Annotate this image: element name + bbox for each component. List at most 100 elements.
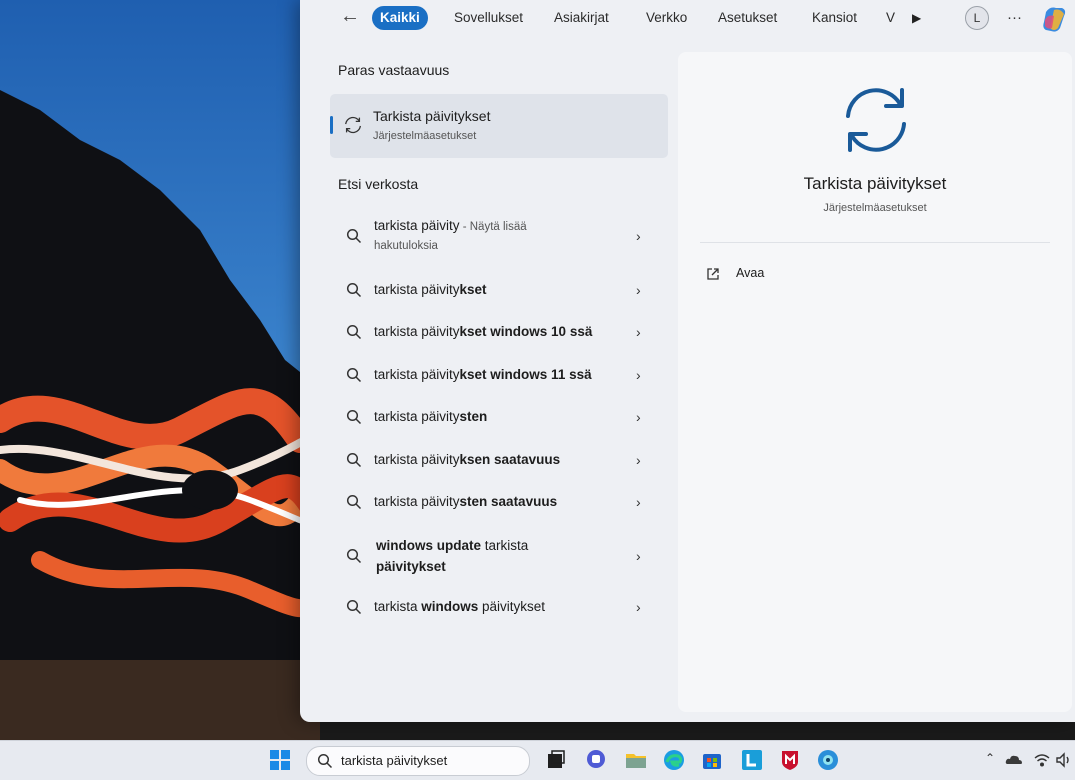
open-external-icon [707,268,719,280]
best-match-title: Tarkista päivitykset [373,108,491,124]
filter-web[interactable]: Verkko [638,6,695,30]
back-arrow-icon[interactable]: ← [338,4,362,28]
result-hint-line2: hakutuloksia [374,240,438,252]
result-completion-line2: päivitykset [376,559,446,574]
task-view-icon[interactable] [544,748,568,772]
chevron-right-icon: › [636,494,641,510]
filter-settings[interactable]: Asetukset [710,6,785,30]
filter-apps[interactable]: Sovellukset [446,6,531,30]
search-icon [317,753,333,769]
sync-icon [846,88,906,152]
web-result-text: tarkista päivitykset [374,282,487,297]
result-hint: - Näytä lisää [459,221,527,233]
chevron-right-icon: › [636,282,641,298]
chevron-right-icon: › [636,367,641,383]
search-icon [346,367,362,383]
divider [700,242,1050,243]
web-result-9[interactable]: tarkista windows päivitykset › [336,597,668,619]
open-action-label: Avaa [736,266,765,280]
web-result-text: windows update tarkista [376,538,528,553]
filter-bar: ← Kaikki Sovellukset Asiakirjat Verkko A… [300,0,1075,42]
detail-subtitle: Järjestelmäasetukset [823,202,927,214]
l-app-icon[interactable] [740,748,764,772]
result-query: tarkista päivity [374,282,460,297]
web-result-5[interactable]: tarkista päivitysten › [336,407,668,429]
chevron-right-icon: › [636,324,641,340]
volume-icon[interactable] [1055,751,1073,769]
web-result-6[interactable]: tarkista päivityksen saatavuus › [336,450,668,472]
search-icon [346,228,362,244]
filter-all[interactable]: Kaikki [372,6,428,30]
file-explorer-icon[interactable] [624,748,648,772]
result-query: tarkista [481,538,529,553]
result-query: tarkista päivity [374,367,460,382]
store-icon[interactable] [700,748,724,772]
chevron-right-icon: › [636,409,641,425]
web-result-text: tarkista päivitykset windows 11 ssä [374,367,592,382]
web-search-heading: Etsi verkosta [338,176,419,192]
taskbar-search-value: tarkista päivitykset [341,753,448,768]
taskbar-search-input[interactable]: tarkista päivitykset [306,746,530,776]
result-query: tarkista päivity [374,409,460,424]
result-query: tarkista päivity [374,324,460,339]
chat-icon[interactable] [584,748,608,772]
result-query: tarkista [374,599,422,614]
edge-icon[interactable] [662,748,686,772]
eye-app-icon[interactable] [816,748,840,772]
search-icon [346,494,362,510]
result-completion: sten saatavuus [459,494,558,509]
result-query: tarkista päivity [374,452,460,467]
web-result-text-line2: päivitykset [376,559,446,574]
result-completion: kset windows 10 ssä [459,324,593,339]
result-query: tarkista päivity [374,494,460,509]
sync-icon [345,116,361,134]
filter-folders[interactable]: Kansiot [804,6,865,30]
web-result-text: tarkista windows päivitykset [374,599,545,614]
web-result-2[interactable]: tarkista päivitykset › [336,280,668,302]
web-result-text: tarkista päivitysten [374,409,487,424]
chevron-right-icon: › [636,599,641,615]
search-icon [346,409,362,425]
filter-documents[interactable]: Asiakirjat [546,6,617,30]
web-result-3[interactable]: tarkista päivitykset windows 10 ssä › [336,322,668,344]
wifi-icon[interactable] [1033,751,1051,769]
search-panel: ← Kaikki Sovellukset Asiakirjat Verkko A… [300,0,1075,722]
search-icon [346,599,362,615]
mcafee-icon[interactable] [778,748,802,772]
start-icon[interactable] [268,748,292,772]
result-completion: kset windows 11 ssä [459,367,592,382]
search-icon [346,548,362,564]
chevron-up-icon[interactable]: ⌃ [985,751,995,765]
detail-pane: Tarkista päivitykset Järjestelmäasetukse… [678,52,1072,712]
best-match-heading: Paras vastaavuus [338,62,450,78]
taskbar: tarkista päivitykset ⌃ [0,740,1075,780]
detail-title: Tarkista päivitykset [803,174,947,193]
copilot-icon[interactable] [1040,4,1070,34]
play-arrow-icon[interactable]: ▶ [912,6,928,30]
search-icon [346,282,362,298]
result-completion: sten [459,409,488,424]
web-result-text: tarkista päivityksen saatavuus [374,452,560,467]
web-result-8[interactable]: windows update tarkista päivitykset › [336,536,668,578]
result-completion: ksen saatavuus [459,452,561,467]
search-icon [346,452,362,468]
search-icon [346,324,362,340]
result-query-tail: päivitykset [478,599,546,614]
more-options-button[interactable]: ··· [1007,6,1022,30]
web-result-4[interactable]: tarkista päivitykset windows 11 ssä › [336,365,668,387]
result-completion: kset [459,282,487,297]
web-result-1[interactable]: tarkista päivity - Näytä lisää hakutulok… [336,218,668,258]
best-match-item[interactable]: Tarkista päivitykset Järjestelmäasetukse… [330,94,668,158]
web-result-text: tarkista päivitykset windows 10 ssä [374,324,592,339]
result-completion: windows [421,599,479,614]
selection-indicator [330,116,333,134]
onedrive-icon[interactable] [1005,752,1023,768]
chevron-right-icon: › [636,548,641,564]
chevron-right-icon: › [636,228,641,244]
result-query: tarkista päivity [374,218,460,233]
avatar[interactable]: L [965,6,989,30]
web-result-7[interactable]: tarkista päivitysten saatavuus › [336,492,668,514]
chevron-right-icon: › [636,452,641,468]
web-result-text: tarkista päivity - Näytä lisää [374,218,527,233]
filter-more-truncated[interactable]: V [878,6,903,30]
